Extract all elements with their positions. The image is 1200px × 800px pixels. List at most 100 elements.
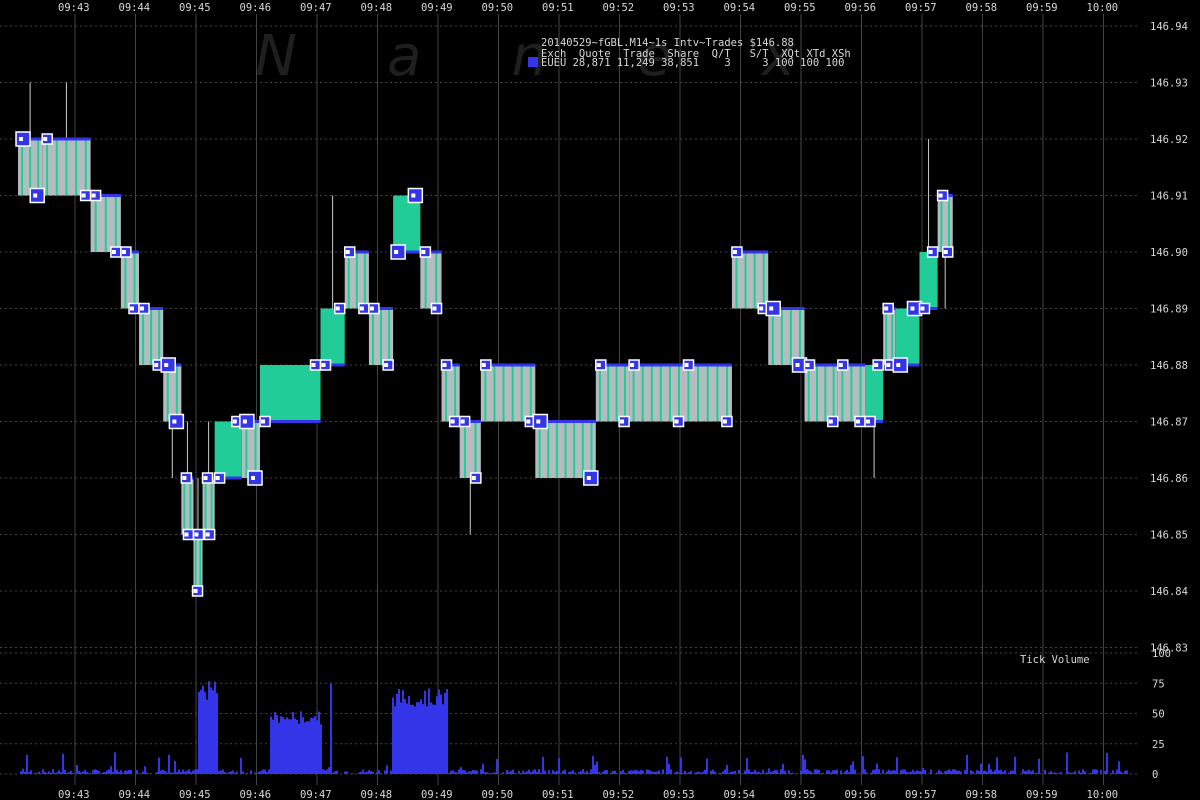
volume-bar bbox=[84, 769, 86, 774]
trade-marker-dot bbox=[620, 419, 625, 424]
candle-body bbox=[919, 252, 938, 309]
volume-bar bbox=[682, 772, 684, 774]
volume-bar bbox=[1088, 773, 1090, 774]
volume-bar bbox=[688, 772, 690, 774]
volume-bar bbox=[610, 772, 612, 774]
volume-bar bbox=[544, 770, 546, 774]
volume-bar bbox=[336, 770, 338, 774]
volume-bar bbox=[950, 770, 952, 774]
volume-bar bbox=[726, 764, 728, 774]
x-tick-label-top: 10:00 bbox=[1087, 2, 1119, 14]
volume-bar bbox=[108, 769, 110, 774]
volume-bar bbox=[774, 769, 776, 774]
trade-marker-dot bbox=[432, 306, 437, 311]
volume-bar bbox=[1082, 769, 1084, 774]
volume-bar bbox=[704, 769, 706, 774]
x-tick-label-bottom: 09:49 bbox=[421, 789, 453, 800]
trade-marker-dot bbox=[536, 419, 541, 424]
volume-bar bbox=[552, 770, 554, 774]
trade-markers bbox=[15, 131, 954, 597]
y-tick-label: 146.90 bbox=[1150, 247, 1188, 259]
volume-bar bbox=[764, 773, 766, 774]
volume-bar bbox=[164, 770, 166, 774]
volume-bar bbox=[288, 719, 290, 774]
volume-bar bbox=[102, 772, 104, 774]
volume-bar bbox=[44, 771, 46, 774]
volume-bar bbox=[42, 769, 44, 774]
volume-bar bbox=[508, 772, 510, 774]
volume-bar bbox=[438, 689, 440, 774]
volume-bar bbox=[906, 772, 908, 774]
volume-bar bbox=[142, 771, 144, 774]
volume-bar bbox=[320, 724, 322, 774]
trade-marker-dot bbox=[251, 476, 256, 480]
volume-bar bbox=[1036, 772, 1038, 774]
y-tick-label: 146.86 bbox=[1150, 473, 1188, 485]
volume-bar bbox=[216, 692, 218, 774]
volume-bar bbox=[812, 772, 814, 774]
volume-bar bbox=[700, 772, 702, 774]
volume-bar bbox=[112, 771, 114, 774]
volume-bar bbox=[958, 770, 960, 774]
volume-bar bbox=[428, 688, 430, 774]
volume-bar bbox=[284, 719, 286, 774]
volume-bar bbox=[160, 770, 162, 774]
trade-marker-dot bbox=[722, 419, 727, 424]
volume-bar bbox=[128, 769, 130, 774]
volume-bar bbox=[846, 769, 848, 774]
trade-marker-dot bbox=[442, 363, 447, 367]
volume-bar bbox=[110, 766, 112, 774]
x-tick-label-top: 09:54 bbox=[724, 2, 756, 14]
volume-bar bbox=[532, 770, 534, 774]
volume-bar bbox=[602, 771, 604, 774]
y-tick-label: 146.85 bbox=[1150, 530, 1188, 542]
volume-bar bbox=[502, 772, 504, 774]
volume-bar bbox=[768, 768, 770, 774]
volume-bar bbox=[778, 772, 780, 774]
volume-bar bbox=[170, 772, 172, 774]
volume-bar bbox=[430, 702, 432, 774]
volume-bar bbox=[586, 770, 588, 774]
x-tick-label-top: 09:52 bbox=[603, 2, 635, 14]
volume-bar bbox=[254, 772, 256, 774]
volume-bar bbox=[488, 772, 490, 774]
volume-bar bbox=[146, 772, 148, 774]
volume-bar bbox=[70, 770, 72, 774]
trade-marker-dot bbox=[140, 306, 145, 311]
volume-bar bbox=[484, 772, 486, 774]
volume-bar bbox=[810, 771, 812, 774]
volume-bar bbox=[908, 772, 910, 774]
x-tick-label-top: 09:49 bbox=[421, 2, 453, 14]
volume-bar bbox=[64, 769, 66, 774]
volume-bar bbox=[1026, 770, 1028, 774]
volume-bar bbox=[448, 772, 450, 774]
volume-bar bbox=[770, 771, 772, 774]
x-tick-label-bottom: 09:59 bbox=[1026, 789, 1058, 800]
volume-bar bbox=[874, 769, 876, 774]
volume-bar bbox=[942, 773, 944, 774]
volume-bar bbox=[828, 770, 830, 774]
volume-bar bbox=[916, 770, 918, 774]
volume-bar bbox=[654, 771, 656, 774]
volume-bar bbox=[706, 758, 708, 774]
x-tick-label-bottom: 09:55 bbox=[784, 789, 816, 800]
volume-bar bbox=[490, 773, 492, 774]
volume-bar bbox=[24, 771, 26, 774]
volume-bar bbox=[542, 756, 544, 774]
volume-bar bbox=[386, 765, 388, 774]
volume-bar bbox=[362, 769, 364, 774]
volume-bar bbox=[1126, 770, 1128, 774]
volume-bar bbox=[696, 771, 698, 774]
volume-bar bbox=[630, 770, 632, 774]
trade-marker-dot bbox=[81, 193, 86, 198]
volume-bar bbox=[86, 771, 88, 774]
volume-bar bbox=[202, 685, 204, 774]
volume-bar bbox=[1054, 772, 1056, 774]
volume-bar bbox=[370, 771, 372, 774]
volume-bar bbox=[1004, 770, 1006, 774]
candle-body bbox=[420, 252, 442, 309]
volume-bar bbox=[76, 765, 78, 774]
volume-bar bbox=[964, 770, 966, 774]
volume-bar bbox=[994, 770, 996, 774]
x-tick-label-top: 09:48 bbox=[361, 2, 393, 14]
